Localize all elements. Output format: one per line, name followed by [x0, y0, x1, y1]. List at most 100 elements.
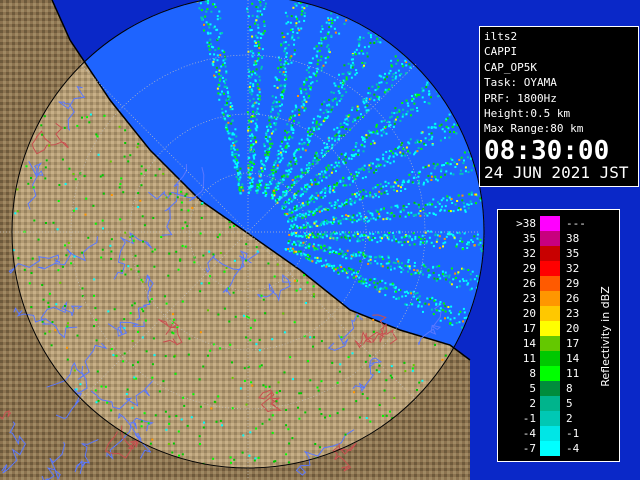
echo-cell	[300, 193, 303, 196]
echo-cell	[395, 297, 398, 300]
echo-cell	[340, 134, 343, 137]
echo-cell	[354, 153, 357, 156]
echo-cell	[297, 36, 300, 39]
echo-cell	[333, 191, 336, 193]
echo-cell	[251, 49, 253, 52]
echo-cell	[345, 234, 348, 237]
echo-cell	[343, 22, 346, 25]
echo-cell	[439, 319, 442, 322]
echo-cell	[294, 104, 297, 107]
echo-cell	[297, 95, 299, 97]
echo-cell	[219, 347, 222, 350]
echo-cell	[307, 253, 309, 256]
echo-cell	[352, 252, 355, 255]
echo-cell	[449, 163, 452, 166]
echo-cell	[227, 98, 230, 101]
echo-cell	[426, 81, 429, 84]
echo-cell	[272, 130, 275, 133]
echo-cell	[454, 203, 457, 206]
echo-cell	[424, 212, 427, 215]
echo-cell	[248, 121, 251, 124]
echo-cell	[258, 179, 261, 182]
echo-cell	[443, 130, 446, 133]
echo-cell	[251, 134, 254, 137]
echo-cell	[438, 247, 441, 249]
echo-cell	[237, 177, 240, 180]
echo-cell	[463, 232, 466, 235]
legend-upper-bound: 11	[566, 367, 580, 380]
echo-cell	[431, 135, 434, 138]
echo-cell	[313, 210, 316, 213]
echo-cell	[216, 87, 219, 90]
echo-cell	[425, 86, 428, 89]
echo-cell	[355, 195, 357, 198]
echo-cell	[286, 123, 289, 126]
echo-cell	[370, 142, 372, 145]
echo-cell	[473, 244, 476, 247]
echo-cell	[395, 62, 398, 65]
echo-cell	[330, 171, 333, 174]
echo-cell	[464, 209, 467, 212]
echo-cell	[259, 37, 262, 39]
echo-cell	[361, 177, 364, 180]
echo-cell	[312, 212, 315, 215]
echo-cell	[101, 219, 104, 222]
echo-cell	[427, 174, 430, 177]
echo-cell	[293, 208, 296, 210]
echo-cell	[76, 334, 79, 337]
echo-cell	[358, 280, 361, 283]
echo-cell	[310, 179, 313, 182]
echo-cell	[263, 20, 266, 23]
echo-cell	[404, 215, 407, 218]
echo-cell	[374, 237, 377, 239]
echo-cell	[412, 214, 415, 217]
echo-cell	[294, 216, 297, 219]
echo-cell	[354, 178, 357, 181]
echo-cell	[263, 30, 266, 33]
echo-cell	[355, 192, 358, 195]
echo-cell	[249, 82, 252, 85]
echo-cell	[416, 389, 418, 391]
echo-cell	[264, 2, 267, 5]
echo-cell	[428, 90, 431, 93]
echo-cell	[382, 76, 385, 79]
echo-cell	[219, 252, 222, 254]
echo-cell	[451, 158, 454, 161]
echo-cell	[384, 125, 387, 128]
echo-cell	[172, 313, 174, 316]
echo-cell	[427, 126, 430, 129]
echo-cell	[462, 307, 465, 310]
echo-cell	[394, 55, 397, 58]
echo-cell	[475, 193, 478, 196]
echo-cell	[293, 120, 295, 123]
echo-cell	[249, 25, 251, 28]
echo-cell	[203, 29, 205, 32]
echo-cell	[203, 421, 205, 424]
echo-cell	[408, 265, 411, 268]
echo-cell	[396, 179, 399, 181]
echo-cell	[199, 331, 202, 334]
echo-cell	[335, 217, 338, 220]
echo-cell	[449, 311, 452, 314]
echo-cell	[251, 90, 254, 93]
echo-cell	[312, 72, 315, 75]
echo-cell	[303, 12, 306, 15]
echo-cell	[258, 0, 260, 1]
echo-cell	[281, 140, 283, 143]
echo-cell	[297, 250, 300, 253]
echo-cell	[455, 322, 458, 324]
echo-cell	[110, 194, 113, 196]
echo-cell	[469, 278, 472, 281]
echo-cell	[152, 337, 155, 340]
echo-cell	[381, 265, 384, 268]
echo-cell	[318, 224, 321, 227]
echo-cell	[417, 304, 420, 307]
echo-cell	[110, 409, 113, 412]
echo-cell	[341, 255, 344, 258]
echo-cell	[393, 181, 396, 184]
echo-cell	[363, 138, 366, 141]
echo-cell	[331, 105, 334, 108]
echo-cell	[378, 404, 381, 406]
echo-cell	[165, 196, 168, 199]
echo-cell	[230, 461, 232, 464]
